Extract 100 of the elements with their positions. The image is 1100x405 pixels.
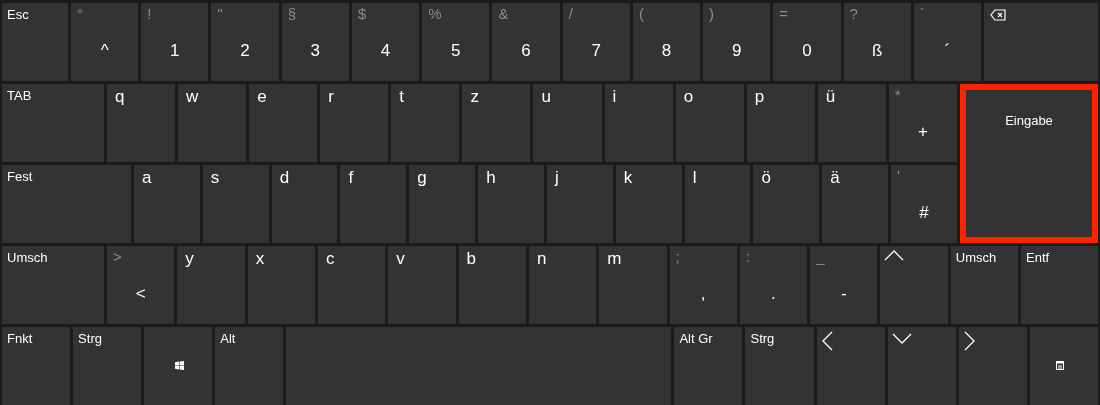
function-key[interactable]: Esc <box>2 3 68 81</box>
shift-symbol: ! <box>147 4 152 24</box>
function-key[interactable]: Strg <box>73 327 142 405</box>
letter-key[interactable]: j <box>546 165 613 243</box>
symbol-key[interactable]: * + <box>888 84 957 162</box>
letter-key[interactable]: f <box>340 165 407 243</box>
key-symbol: ß <box>871 40 884 62</box>
letter-key[interactable]: i <box>604 84 673 162</box>
letter-key[interactable]: ä <box>822 165 889 243</box>
symbol-key[interactable]: $ 4 <box>351 3 420 81</box>
function-key[interactable]: TAB <box>2 84 104 162</box>
arrow-key[interactable] <box>880 246 948 324</box>
symbol-key[interactable]: § 3 <box>281 3 349 81</box>
key-symbol: 7 <box>590 40 602 62</box>
shift-symbol: = <box>779 4 789 24</box>
symbol-key[interactable]: ` ´ <box>913 3 982 81</box>
shift-symbol: & <box>498 4 509 24</box>
shift-symbol: ° <box>77 4 83 24</box>
arrow-key[interactable] <box>887 327 956 405</box>
function-key[interactable]: Alt <box>215 327 284 405</box>
arrow-key[interactable] <box>958 327 1027 405</box>
key-symbol: 4 <box>379 40 392 62</box>
symbol-key[interactable]: / 7 <box>562 3 630 81</box>
function-key[interactable]: Fest <box>2 165 131 243</box>
letter-key[interactable]: p <box>746 84 815 162</box>
letter-key[interactable]: t <box>391 84 460 162</box>
function-key[interactable]: Entf <box>1021 246 1099 324</box>
symbol-key[interactable]: > < <box>107 246 175 324</box>
symbol-key[interactable]: ; , <box>669 246 737 324</box>
letter-key[interactable]: m <box>599 246 667 324</box>
key-symbol: ^ <box>99 40 110 62</box>
function-key[interactable]: Umsch <box>950 246 1019 324</box>
function-key[interactable]: Strg <box>745 327 814 405</box>
letter-key[interactable]: w <box>178 84 247 162</box>
symbol-key[interactable]: " 2 <box>211 3 279 81</box>
shift-symbol: > <box>113 247 122 267</box>
function-key[interactable]: Alt Gr <box>674 327 743 405</box>
key-symbol: # <box>918 202 930 224</box>
symbol-key[interactable]: ? ß <box>843 3 911 81</box>
letter-key[interactable]: r <box>320 84 389 162</box>
space-bar[interactable] <box>286 327 672 405</box>
shift-symbol: $ <box>357 4 367 24</box>
symbol-key[interactable]: ! 1 <box>141 3 209 81</box>
enter-key[interactable]: Eingabe <box>960 84 1098 243</box>
symbol-key[interactable]: : . <box>739 246 808 324</box>
function-key[interactable]: Umsch <box>2 246 104 324</box>
key-symbol: + <box>916 121 929 143</box>
function-key[interactable]: Fnkt <box>2 327 71 405</box>
letter-key[interactable]: q <box>107 84 176 162</box>
key-symbol: < <box>134 283 147 305</box>
shift-symbol: _ <box>816 247 825 267</box>
letter-key[interactable]: o <box>675 84 744 162</box>
letter-key[interactable]: l <box>684 165 751 243</box>
arrow-key[interactable] <box>816 327 885 405</box>
key-symbol: - <box>839 283 848 305</box>
windows-key[interactable] <box>144 327 213 405</box>
letter-key[interactable]: u <box>533 84 602 162</box>
key-symbol: 2 <box>239 40 251 62</box>
letter-key[interactable]: z <box>462 84 531 162</box>
letter-key[interactable]: b <box>458 246 526 324</box>
symbol-key[interactable]: ) 9 <box>703 3 771 81</box>
symbol-key[interactable]: % 5 <box>422 3 490 81</box>
letter-key[interactable]: k <box>615 165 682 243</box>
backspace-key[interactable] <box>984 3 1099 81</box>
shift-symbol: ; <box>675 247 680 267</box>
letter-key[interactable]: x <box>247 246 315 324</box>
symbol-key[interactable]: ° ^ <box>71 3 139 81</box>
letter-key[interactable]: a <box>134 165 200 243</box>
letter-key[interactable]: h <box>478 165 544 243</box>
letter-key[interactable]: y <box>177 246 245 324</box>
key-symbol: 3 <box>309 40 322 62</box>
shift-symbol: : <box>745 247 750 267</box>
key-symbol: 6 <box>520 40 532 62</box>
letter-key[interactable]: ü <box>817 84 886 162</box>
shift-symbol: ' <box>897 166 900 186</box>
key-symbol: ´ <box>943 40 952 62</box>
shift-symbol: ? <box>849 4 858 24</box>
letter-key[interactable]: g <box>409 165 476 243</box>
letter-key[interactable]: s <box>202 165 269 243</box>
chevron-up-icon <box>884 250 905 261</box>
shift-symbol: § <box>287 4 297 24</box>
letter-key[interactable]: c <box>317 246 386 324</box>
symbol-key[interactable]: ( 8 <box>632 3 701 81</box>
symbol-key[interactable]: & 6 <box>492 3 560 81</box>
shift-symbol: ) <box>709 4 715 24</box>
letter-key[interactable]: d <box>271 165 338 243</box>
letter-key[interactable]: n <box>528 246 597 324</box>
letter-key[interactable]: ö <box>753 165 820 243</box>
symbol-key[interactable]: ' # <box>891 165 957 243</box>
windows-icon <box>175 361 185 370</box>
keyboard-key[interactable] <box>1029 327 1098 405</box>
letter-key[interactable]: e <box>249 84 318 162</box>
symbol-key[interactable]: = 0 <box>773 3 841 81</box>
shift-symbol: / <box>568 4 573 24</box>
symbol-key[interactable]: _ - <box>810 246 878 324</box>
shift-symbol: ( <box>638 4 644 24</box>
key-symbol: 1 <box>169 40 181 62</box>
shift-symbol: % <box>428 4 442 24</box>
backspace-icon <box>990 9 1007 21</box>
letter-key[interactable]: v <box>388 246 456 324</box>
